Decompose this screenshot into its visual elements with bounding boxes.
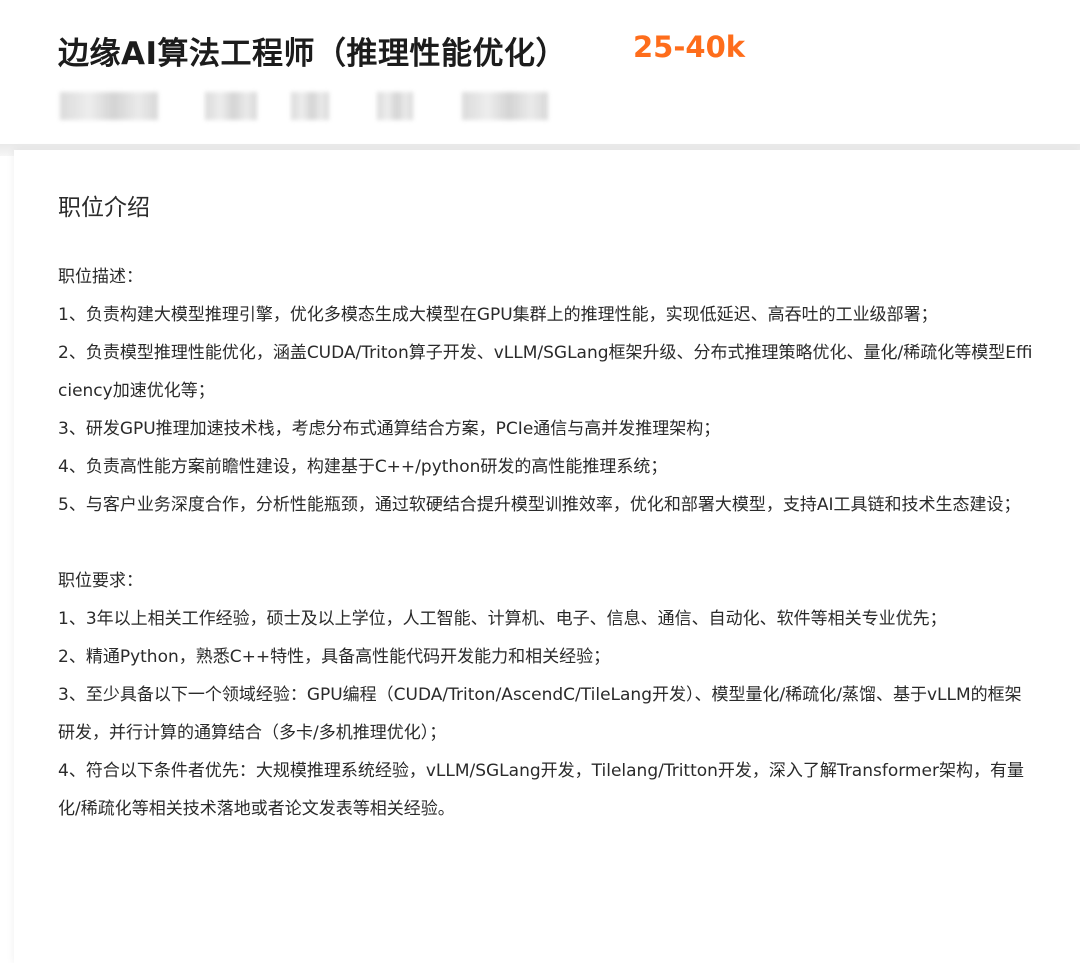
description-item: 5、与客户业务深度合作，分析性能瓶颈，通过软硬结合提升模型训推效率，优化和部署大… [58,495,1021,515]
blurred-text [60,92,158,120]
blurred-company-info [0,92,1080,122]
blurred-text [205,92,257,120]
blurred-text [377,92,413,120]
description-item: 1、负责构建大模型推理引擎，优化多模态生成大模型在GPU集群上的推理性能，实现低… [58,305,938,325]
job-title: 边缘AI算法工程师（推理性能优化） [58,36,568,72]
salary-range: 25-40k [633,30,746,64]
requirement-item: 1、3年以上相关工作经验，硕士及以上学位，人工智能、计算机、电子、信息、通信、自… [58,609,947,629]
job-content: 职位描述： 1、负责构建大模型推理引擎，优化多模态生成大模型在GPU集群上的推理… [58,258,1033,828]
requirement-item: 3、至少具备以下一个领域经验：GPU编程（CUDA/Triton/AscendC… [58,685,1022,743]
description-item: 2、负责模型推理性能优化，涵盖CUDA/Triton算子开发、vLLM/SGLa… [58,343,1033,401]
job-header: 边缘AI算法工程师（推理性能优化） 25-40k [0,0,1080,146]
requirement-item: 4、符合以下条件者优先：大规模推理系统经验，vLLM/SGLang开发，Tile… [58,761,1024,819]
blurred-text [291,92,329,120]
requirement-item: 2、精通Python，熟悉C++特性，具备高性能代码开发能力和相关经验； [58,647,611,667]
description-item: 4、负责高性能方案前瞻性建设，构建基于C++/python研发的高性能推理系统； [58,457,668,477]
blurred-text [462,92,548,120]
description-heading: 职位描述： [58,267,143,287]
description-item: 3、研发GPU推理加速技术栈，考虑分布式通算结合方案，PCIe通信与高并发推理架… [58,419,721,439]
section-title: 职位介绍 [58,195,150,221]
requirements-heading: 职位要求： [58,571,143,591]
